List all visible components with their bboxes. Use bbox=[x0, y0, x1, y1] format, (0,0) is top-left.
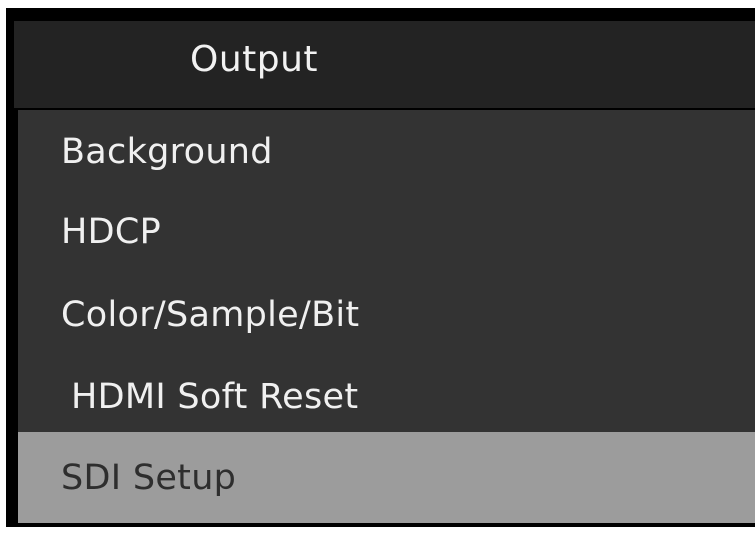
menu-item-label: Color/Sample/Bit bbox=[61, 295, 360, 335]
osd-title: Output bbox=[190, 39, 319, 80]
menu-item-color-sample-bit[interactable]: Color/Sample/Bit bbox=[18, 275, 755, 355]
menu-item-label: HDMI Soft Reset bbox=[71, 377, 359, 417]
menu-item-label: SDI Setup bbox=[61, 458, 237, 498]
osd-menu-list: Background HDCP Color/Sample/Bit HDMI So… bbox=[18, 110, 755, 523]
osd-header: Output bbox=[14, 21, 755, 108]
menu-item-label: HDCP bbox=[61, 212, 162, 252]
menu-item-sdi-setup-selected[interactable]: SDI Setup bbox=[18, 432, 755, 523]
menu-item-hdcp[interactable]: HDCP bbox=[18, 192, 755, 272]
menu-item-background[interactable]: Background bbox=[18, 112, 755, 192]
menu-item-hdmi-soft-reset[interactable]: HDMI Soft Reset bbox=[18, 357, 755, 437]
menu-item-label: Background bbox=[61, 132, 273, 172]
